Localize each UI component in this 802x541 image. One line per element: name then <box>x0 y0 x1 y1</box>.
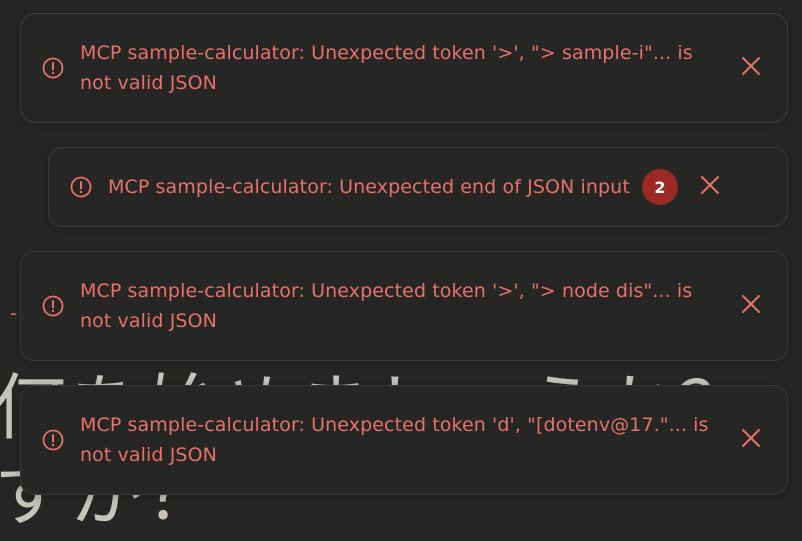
close-button[interactable] <box>733 50 769 86</box>
alert-circle-icon <box>69 175 93 199</box>
duplicate-count-badge: 2 <box>641 169 678 205</box>
alert-circle-icon <box>41 428 65 452</box>
close-button[interactable] <box>733 288 769 324</box>
error-toast: MCP sample-calculator: Unexpected token … <box>20 13 788 123</box>
close-icon <box>700 175 720 199</box>
close-icon <box>741 428 761 452</box>
error-toast: MCP sample-calculator: Unexpected token … <box>20 251 788 361</box>
close-icon <box>741 294 761 318</box>
toast-message: MCP sample-calculator: Unexpected end of… <box>108 176 630 198</box>
toast-message: MCP sample-calculator: Unexpected token … <box>80 42 693 94</box>
alert-circle-icon <box>41 294 65 318</box>
toast-message: MCP sample-calculator: Unexpected token … <box>80 414 709 466</box>
error-toast: MCP sample-calculator: Unexpected end of… <box>48 147 788 227</box>
toast-message: MCP sample-calculator: Unexpected token … <box>80 280 693 332</box>
error-toast: MCP sample-calculator: Unexpected token … <box>20 385 788 495</box>
close-button[interactable] <box>692 169 728 205</box>
alert-circle-icon <box>41 56 65 80</box>
close-icon <box>741 56 761 80</box>
close-button[interactable] <box>733 422 769 458</box>
